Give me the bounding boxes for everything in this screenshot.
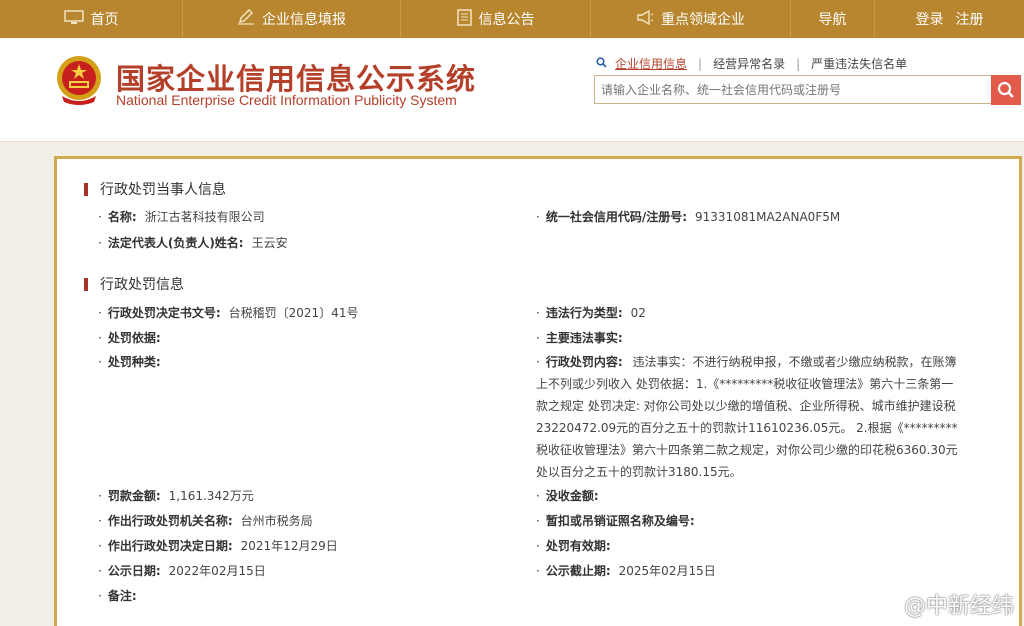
- field-decision-date-value: 2021年12月29日: [240, 539, 338, 553]
- field-kind: · 处罚种类:: [98, 355, 161, 369]
- field-penalty-content-label: 行政处罚内容:: [545, 355, 623, 369]
- field-fine-value: 1,161.342万元: [168, 489, 254, 503]
- national-emblem-icon: [54, 54, 104, 108]
- field-publish-date-value: 2022年02月15日: [168, 564, 266, 578]
- field-kind-label: 处罚种类:: [107, 355, 161, 369]
- nav-home[interactable]: 首页: [0, 0, 183, 38]
- field-facts: · 主要违法事实:: [536, 331, 623, 345]
- nav-guide-label: 导航: [818, 12, 847, 28]
- field-publish-end: · 公示截止期: 2025年02月15日: [536, 564, 716, 578]
- field-decision-date: · 作出行政处罚决定日期: 2021年12月29日: [98, 539, 338, 553]
- section-penalty-info: 行政处罚信息: [84, 274, 184, 294]
- field-name-value: 浙江古茗科技有限公司: [144, 210, 265, 224]
- nav-key-field[interactable]: 重点领域企业: [591, 0, 791, 38]
- field-authority-label: 作出行政处罚机关名称:: [107, 514, 233, 528]
- field-credit-code-value: 91331081MA2ANA0F5M: [695, 210, 841, 224]
- field-publish-date: · 公示日期: 2022年02月15日: [98, 564, 266, 578]
- field-violation-type: · 违法行为类型: 02: [536, 306, 646, 320]
- field-fine-label: 罚款金额:: [107, 489, 161, 503]
- field-license: · 暂扣或吊销证照名称及编号:: [536, 514, 695, 528]
- link-blacklist[interactable]: 严重违法失信名单: [811, 55, 907, 72]
- field-authority-value: 台州市税务局: [240, 514, 313, 528]
- field-penalty-content: · 行政处罚内容: 违法事实：不进行纳税申报，不缴或者少缴应纳税款，在账簿上不列或…: [536, 355, 958, 479]
- field-validity: · 处罚有效期:: [536, 539, 611, 553]
- field-validity-label: 处罚有效期:: [545, 539, 611, 553]
- section-marker: [84, 277, 88, 291]
- field-name-label: 名称:: [107, 210, 137, 224]
- field-basis: · 处罚依据:: [98, 331, 161, 345]
- field-decision-date-label: 作出行政处罚决定日期:: [107, 539, 233, 553]
- nav-announcement[interactable]: 信息公告: [401, 0, 591, 38]
- nav-enterprise-report[interactable]: 企业信息填报: [183, 0, 401, 38]
- field-name: · 名称: 浙江古茗科技有限公司: [98, 210, 265, 224]
- section-party-info: 行政处罚当事人信息: [84, 179, 226, 199]
- field-publish-end-label: 公示截止期:: [545, 564, 611, 578]
- section-party-title: 行政处罚当事人信息: [100, 182, 226, 198]
- link-separator: |: [796, 56, 801, 71]
- monitor-icon: [63, 9, 84, 29]
- search-button[interactable]: [991, 75, 1021, 105]
- link-enterprise-credit[interactable]: 企业信用信息: [615, 55, 687, 72]
- login-register: 登录 注册: [875, 0, 1024, 38]
- field-publish-date-label: 公示日期:: [107, 564, 161, 578]
- field-facts-label: 主要违法事实:: [545, 331, 623, 345]
- search-icon: [596, 56, 607, 71]
- watermark: @中新经纬: [903, 594, 1014, 619]
- field-violation-type-value: 02: [630, 306, 646, 320]
- field-basis-label: 处罚依据:: [107, 331, 161, 345]
- site-title-en: National Enterprise Credit Information P…: [116, 92, 457, 108]
- field-confiscation: · 没收金额:: [536, 489, 599, 503]
- field-remarks: · 备注:: [98, 589, 137, 603]
- search-input[interactable]: [594, 75, 992, 104]
- megaphone-icon: [636, 9, 654, 29]
- register-link[interactable]: 注册: [956, 9, 984, 29]
- top-nav: 首页 企业信息填报 信息公告 重点领域企业 导航 登录 注册: [0, 0, 1024, 38]
- login-link[interactable]: 登录: [916, 9, 944, 29]
- field-license-label: 暂扣或吊销证照名称及编号:: [545, 514, 695, 528]
- nav-enterprise-report-label: 企业信息填报: [262, 12, 346, 28]
- section-marker: [84, 182, 88, 196]
- nav-announcement-label: 信息公告: [478, 12, 535, 28]
- document-icon: [456, 8, 472, 30]
- header-links: 企业信用信息 | 经营异常名录 | 严重违法失信名单: [596, 55, 907, 72]
- field-doc-no-value: 台税稽罚〔2021〕41号: [228, 306, 359, 320]
- search-icon: [997, 81, 1014, 98]
- field-legal-rep-label: 法定代表人(负责人)姓名:: [107, 236, 244, 250]
- link-abnormal-list[interactable]: 经营异常名录: [713, 55, 785, 72]
- field-publish-end-value: 2025年02月15日: [618, 564, 716, 578]
- field-credit-code: · 统一社会信用代码/注册号: 91331081MA2ANA0F5M: [536, 210, 841, 224]
- field-doc-no-label: 行政处罚决定书文号:: [107, 306, 221, 320]
- field-doc-no: · 行政处罚决定书文号: 台税稽罚〔2021〕41号: [98, 306, 359, 320]
- field-penalty-content-value: 违法事实：不进行纳税申报，不缴或者少缴应纳税款，在账簿上不列或少列收入 处罚依据…: [536, 355, 958, 479]
- field-violation-type-label: 违法行为类型:: [545, 306, 623, 320]
- field-confiscation-label: 没收金额:: [545, 489, 599, 503]
- nav-home-label: 首页: [90, 12, 119, 28]
- field-legal-rep: · 法定代表人(负责人)姓名: 王云安: [98, 236, 288, 250]
- field-legal-rep-value: 王云安: [251, 236, 288, 250]
- site-header: 国家企业信用信息公示系统 National Enterprise Credit …: [0, 38, 1024, 142]
- section-penalty-title: 行政处罚信息: [100, 277, 184, 293]
- edit-icon: [237, 8, 255, 29]
- link-separator: |: [698, 56, 703, 71]
- nav-key-field-label: 重点领域企业: [661, 12, 745, 28]
- field-remarks-label: 备注:: [107, 589, 137, 603]
- nav-guide[interactable]: 导航: [791, 0, 875, 38]
- field-credit-code-label: 统一社会信用代码/注册号:: [545, 210, 688, 224]
- field-authority: · 作出行政处罚机关名称: 台州市税务局: [98, 514, 313, 528]
- field-fine: · 罚款金额: 1,161.342万元: [98, 489, 254, 503]
